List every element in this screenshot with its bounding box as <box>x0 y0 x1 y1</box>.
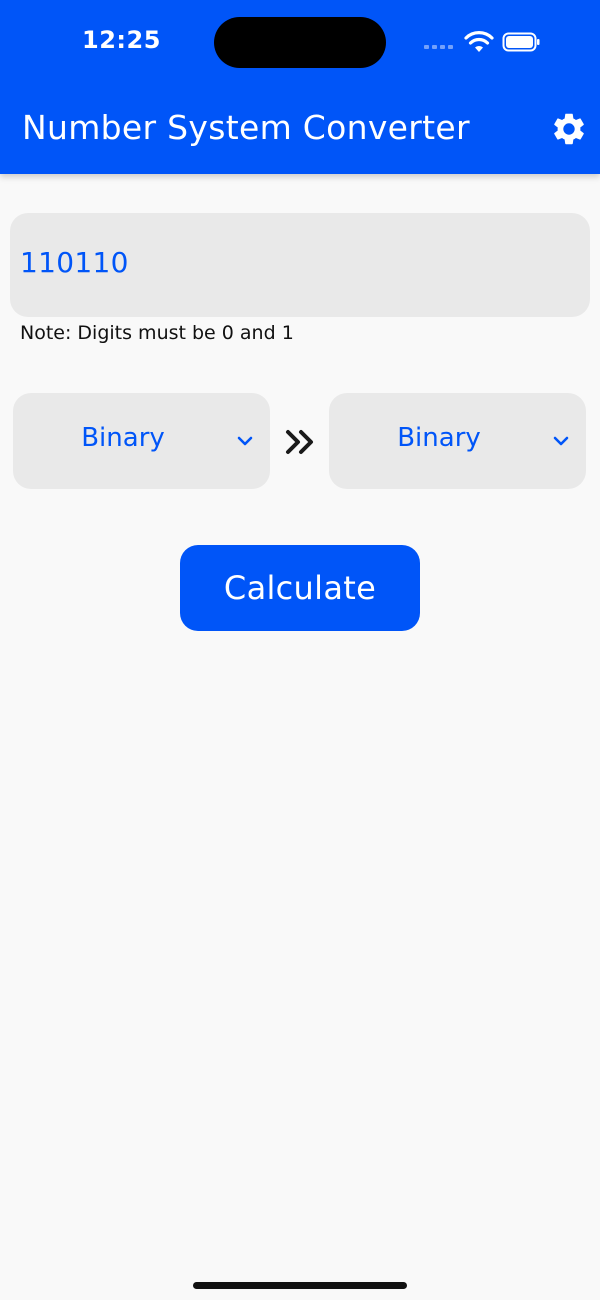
gear-icon[interactable] <box>550 110 588 148</box>
chevron-down-icon <box>553 436 569 446</box>
battery-icon <box>502 32 540 52</box>
number-input-value[interactable]: 110110 <box>20 246 129 279</box>
home-indicator[interactable] <box>193 1282 407 1289</box>
app-header: 12:25 Number System Converter <box>0 0 600 174</box>
wifi-icon <box>464 31 494 52</box>
chevron-down-icon <box>237 436 253 446</box>
from-system-label: Binary <box>81 423 165 453</box>
double-chevron-right-icon <box>286 430 313 454</box>
from-system-dropdown[interactable]: Binary <box>13 393 270 489</box>
to-system-dropdown[interactable]: Binary <box>329 393 586 489</box>
status-time: 12:25 <box>82 26 161 54</box>
cellular-signal-icon <box>424 45 453 49</box>
dynamic-island <box>214 17 386 68</box>
to-system-label: Binary <box>397 423 481 453</box>
input-note: Note: Digits must be 0 and 1 <box>20 322 294 344</box>
page-title: Number System Converter <box>22 108 470 147</box>
calculate-button[interactable]: Calculate <box>180 545 420 631</box>
